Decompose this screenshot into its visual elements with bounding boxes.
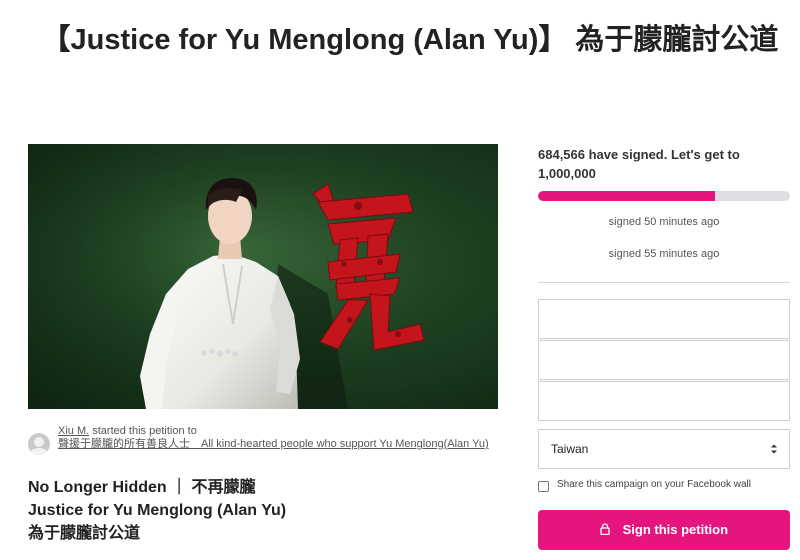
subtitle-line-3: 為于朦朧討公道 [28,525,141,542]
first-name-field[interactable] [538,299,790,339]
last-name-field[interactable] [538,340,790,380]
country-select[interactable]: Taiwan [538,429,790,469]
petition-subtitle: No Longer Hidden ｜ 不再朦朧 Justice for Yu M… [28,476,498,545]
sign-petition-button[interactable]: Sign this petition [538,510,790,550]
facebook-share-option[interactable]: Share this campaign on your Facebook wal… [538,478,790,494]
lock-icon [600,523,610,536]
petition-target-link[interactable]: 聲援于朦朧的所有善良人士 All kind-hearted people who… [58,438,498,451]
sign-petition-label: Sign this petition [622,522,729,537]
page-title: 【Justice for Yu Menglong (Alan Yu)】 為于朦朧… [41,24,779,56]
progress-fill [538,191,716,201]
subtitle-line-2: Justice for Yu Menglong (Alan Yu) [28,502,287,519]
divider [538,282,790,283]
avatar[interactable] [28,433,50,455]
country-value: Taiwan [551,442,589,456]
signature-progress-bar [538,191,790,201]
petition-starter: Xiu M. started this petition to 聲援于朦朧的所有… [28,425,498,465]
starter-line: Xiu M. started this petition to [58,425,197,437]
starter-action: started this petition to [92,425,197,437]
hero-illustration [28,144,498,409]
subtitle-line-1: No Longer Hidden ｜ 不再朦朧 [28,479,256,496]
petition-hero-image [28,144,498,409]
recent-signer-2: signed 55 minutes ago [608,248,720,260]
email-field[interactable] [538,381,790,421]
select-chevron-icon [771,444,777,454]
facebook-share-checkbox[interactable] [538,481,549,492]
facebook-share-label: Share this campaign on your Facebook wal… [557,479,751,490]
recent-signer-1: signed 50 minutes ago [608,216,720,228]
signature-count: 684,566 have signed. Let's get to 1,000,… [538,147,740,181]
starter-name-link[interactable]: Xiu M. [58,425,89,437]
